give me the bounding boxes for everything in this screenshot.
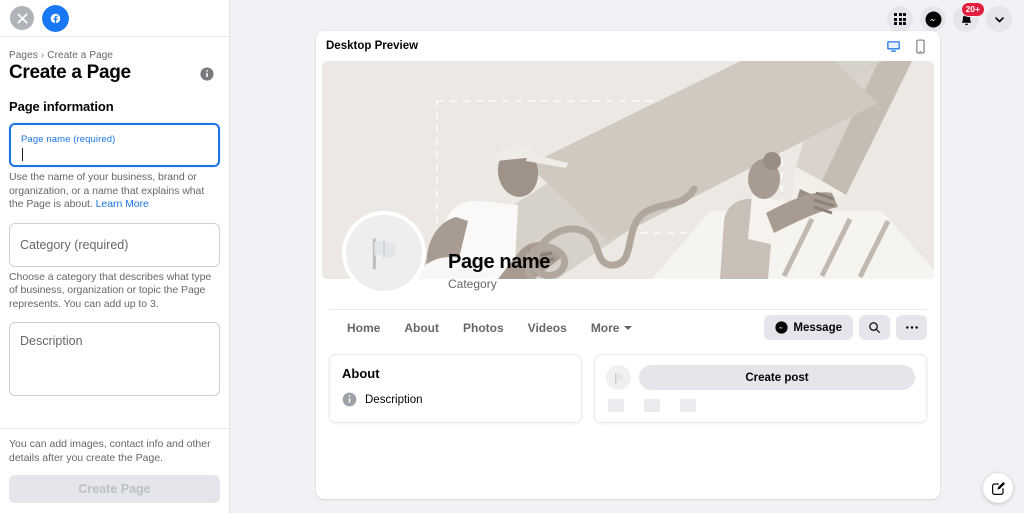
preview-title: Desktop Preview	[326, 40, 419, 52]
breadcrumb-separator: ›	[40, 50, 45, 61]
info-icon	[342, 392, 357, 407]
close-button[interactable]	[10, 6, 34, 30]
page-action-buttons: Message	[764, 315, 927, 340]
device-toggle-group	[886, 39, 927, 54]
profile-row: Page name Category	[316, 211, 940, 295]
tab-videos-label: Videos	[527, 320, 567, 335]
notifications-badge: 20+	[960, 2, 985, 17]
tab-about-label: About	[404, 320, 439, 335]
desktop-preview-card: Desktop Preview Page name Category Home …	[316, 31, 940, 499]
page-title: Create a Page	[9, 62, 131, 83]
create-post-card: Create post	[594, 354, 927, 423]
preview-header: Desktop Preview	[316, 31, 940, 61]
page-body-cards: About Description Create post	[316, 345, 940, 423]
page-tabs: Home About Photos Videos More	[329, 315, 643, 341]
create-page-button[interactable]: Create Page	[9, 475, 220, 503]
post-action-placeholder	[644, 399, 660, 412]
description-field-wrapper: Description	[9, 322, 220, 396]
grid-menu-icon	[893, 12, 907, 26]
tab-photos[interactable]: Photos	[452, 315, 515, 341]
chevron-down-icon	[624, 325, 633, 330]
desktop-icon	[887, 40, 900, 52]
category-help: Choose a category that describes what ty…	[9, 270, 212, 310]
search-icon	[869, 322, 880, 333]
tab-photos-label: Photos	[463, 320, 504, 335]
menu-button[interactable]	[887, 6, 913, 32]
sidebar-footer: You can add images, contact info and oth…	[0, 428, 229, 513]
page-name-field-wrapper: Page name (required)	[9, 123, 220, 167]
mobile-preview-toggle[interactable]	[914, 39, 927, 54]
post-action-placeholder	[680, 399, 696, 412]
tab-about[interactable]: About	[393, 315, 450, 341]
messenger-icon	[775, 321, 789, 334]
page-name-help: Use the name of your business, brand or …	[9, 171, 220, 212]
about-card-title: About	[342, 366, 380, 381]
page-tabs-row: Home About Photos Videos More Message	[329, 309, 927, 345]
create-post-label: Create post	[745, 371, 809, 384]
page-name-input[interactable]: Page name (required)	[9, 123, 220, 167]
create-page-sidebar: Pages › Create a Page Create a Page Page i…	[0, 0, 230, 513]
category-input[interactable]: Category (required)	[9, 222, 220, 267]
create-post-row: Create post	[606, 365, 915, 390]
create-post-button[interactable]: Create post	[639, 365, 915, 390]
facebook-logo[interactable]	[42, 4, 69, 32]
message-button-label: Message	[793, 321, 842, 334]
search-button[interactable]	[859, 315, 890, 340]
footer-note: You can add images, contact info and oth…	[9, 438, 211, 464]
flag-icon	[614, 372, 623, 384]
info-icon[interactable]	[200, 67, 214, 81]
messenger-button[interactable]	[920, 6, 946, 32]
title-row: Create a Page	[9, 61, 220, 84]
breadcrumb-current: Create a Page	[47, 50, 114, 61]
category-placeholder: Category (required)	[20, 237, 129, 252]
chevron-down-icon	[994, 16, 1004, 22]
compose-fab-button[interactable]	[983, 473, 1013, 503]
account-button[interactable]	[986, 6, 1012, 32]
page-category-preview: Category	[448, 277, 497, 291]
more-options-button[interactable]	[896, 315, 927, 340]
sidebar-form: Pages › Create a Page Create a Page Page i…	[0, 37, 229, 428]
post-avatar[interactable]	[606, 365, 631, 390]
create-page-screen: Pages › Create a Page Create a Page Page i…	[0, 0, 1024, 513]
flag-icon	[372, 238, 396, 270]
learn-more-link[interactable]: Learn More	[96, 198, 149, 210]
about-description-row[interactable]: Description	[342, 392, 569, 407]
breadcrumb: Pages › Create a Page	[9, 37, 220, 61]
about-description-label: Description	[365, 393, 423, 406]
description-input[interactable]: Description	[9, 322, 220, 396]
compose-icon	[991, 481, 1005, 495]
category-field-wrapper: Category (required)	[9, 222, 220, 267]
tab-home[interactable]: Home	[336, 315, 391, 341]
page-name-label: Page name (required)	[21, 134, 116, 145]
tab-more[interactable]: More	[580, 315, 644, 341]
post-actions-row	[606, 399, 915, 412]
messenger-icon	[925, 11, 941, 27]
description-placeholder: Description	[20, 334, 83, 348]
page-name-preview: Page name	[448, 251, 551, 273]
message-button[interactable]: Message	[764, 315, 853, 340]
tab-home-label: Home	[347, 320, 381, 335]
profile-text: Page name Category	[448, 251, 550, 295]
notifications-button[interactable]: 20+	[953, 2, 985, 32]
desktop-preview-toggle[interactable]	[886, 39, 901, 54]
mobile-icon	[916, 39, 925, 53]
ellipsis-icon	[905, 326, 918, 329]
preview-area: 20+ Desktop Preview Page name Category H…	[230, 0, 1024, 513]
tab-videos[interactable]: Videos	[517, 315, 578, 341]
section-title-page-information: Page information	[9, 99, 114, 114]
about-card: About Description	[329, 354, 582, 423]
sidebar-topbar	[0, 0, 229, 37]
page-avatar[interactable]	[342, 211, 426, 295]
close-icon	[17, 13, 27, 23]
breadcrumb-root[interactable]: Pages	[9, 50, 38, 61]
post-action-placeholder	[608, 399, 624, 412]
tab-more-label: More	[590, 320, 620, 335]
text-cursor	[22, 148, 23, 161]
